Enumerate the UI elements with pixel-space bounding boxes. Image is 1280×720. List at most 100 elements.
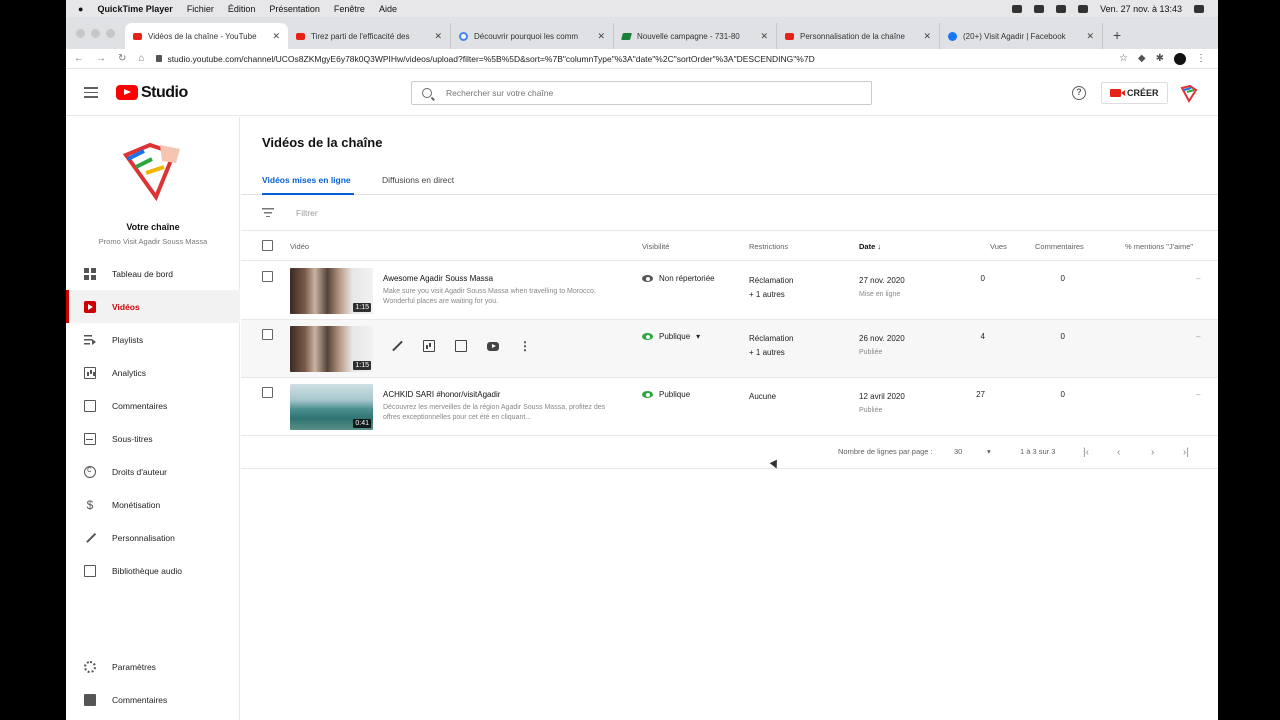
bookmark-star-icon[interactable]: ☆ [1119, 53, 1128, 64]
edit-pencil-icon[interactable] [391, 340, 403, 352]
restrictions-cell[interactable]: Réclamation + 1 autres [749, 332, 793, 360]
menu-icon[interactable] [84, 87, 98, 98]
rows-per-page-select[interactable]: 30 [954, 447, 962, 456]
sidebar-item-comments[interactable]: Commentaires [66, 389, 240, 422]
col-visibility[interactable]: Visibilité [642, 242, 669, 251]
browser-tab[interactable]: (20+) Visit Agadir | Facebook ✕ [940, 23, 1103, 49]
col-date[interactable]: Date ↓ [859, 242, 881, 251]
visibility-cell[interactable]: Non répertoriée [642, 274, 715, 283]
search-icon[interactable] [1194, 4, 1204, 13]
menu-view[interactable]: Présentation [269, 4, 320, 14]
menu-help[interactable]: Aide [379, 4, 397, 14]
tab-live[interactable]: Diffusions en direct [382, 175, 454, 185]
first-page-icon[interactable]: |‹ [1083, 447, 1089, 458]
sidebar-item-audio-library[interactable]: Bibliothèque audio [66, 554, 240, 587]
video-thumbnail[interactable]: 0:41 [290, 384, 373, 430]
table-row[interactable]: 0:41 ACHKID SARI #honor/visitAgadir Déco… [241, 378, 1218, 436]
video-title[interactable]: Awesome Agadir Souss Massa [383, 274, 493, 283]
extension-icon[interactable]: ◆ [1138, 53, 1146, 64]
sidebar-item-monetization[interactable]: $ Monétisation [66, 488, 240, 521]
browser-tab[interactable]: Nouvelle campagne - 731-80 ✕ [614, 23, 777, 49]
minimize-window-button[interactable] [91, 28, 100, 38]
sidebar-item-copyright[interactable]: Droits d'auteur [66, 455, 240, 488]
sidebar-item-settings[interactable]: Paramètres [66, 650, 240, 683]
apple-icon[interactable]: ● [78, 4, 83, 14]
select-all-checkbox[interactable] [262, 240, 273, 251]
row-checkbox[interactable] [262, 387, 273, 398]
sidebar-item-videos[interactable]: Vidéos [66, 290, 240, 323]
row-checkbox[interactable] [262, 329, 273, 340]
analytics-icon[interactable] [423, 340, 435, 352]
visibility-dropdown-icon[interactable]: ▾ [696, 332, 700, 341]
menu-file[interactable]: Fichier [187, 4, 214, 14]
close-icon[interactable]: ✕ [923, 31, 931, 42]
col-views[interactable]: Vues [990, 242, 1007, 251]
battery-icon[interactable] [1078, 4, 1089, 13]
zoom-window-button[interactable] [106, 28, 115, 38]
filter-bar[interactable]: Filtrer [241, 195, 1218, 231]
youtube-view-icon[interactable] [487, 342, 499, 351]
more-options-icon[interactable]: ⋮ [519, 340, 531, 352]
col-comments[interactable]: Commentaires [1035, 242, 1084, 251]
browser-tab[interactable]: Tirez parti de l'efficacité des ✕ [288, 23, 451, 49]
play-icon[interactable] [1034, 4, 1045, 13]
sidebar-item-customization[interactable]: Personnalisation [66, 521, 240, 554]
home-icon[interactable]: ⌂ [138, 53, 144, 64]
browser-tab[interactable]: Personnalisation de la chaîne ✕ [777, 23, 940, 49]
close-window-button[interactable] [76, 28, 85, 38]
previous-page-icon[interactable]: ‹ [1117, 447, 1120, 458]
sidebar-item-playlists[interactable]: Playlists [66, 323, 240, 356]
menu-edit[interactable]: Édition [228, 4, 256, 14]
sidebar-item-feedback[interactable]: Commentaires [66, 683, 240, 716]
close-icon[interactable]: ✕ [272, 31, 280, 42]
puzzle-icon[interactable]: ✱ [1156, 53, 1164, 64]
sidebar-item-analytics[interactable]: Analytics [66, 356, 240, 389]
table-row[interactable]: 1:15 ⋮ Publique ▾ Réclamation + 1 autres… [241, 320, 1218, 378]
new-tab-button[interactable]: + [1103, 27, 1121, 49]
channel-logo[interactable] [116, 137, 188, 207]
create-button[interactable]: CRÉER [1101, 82, 1168, 104]
comments-icon[interactable] [455, 340, 467, 352]
account-avatar[interactable] [1178, 82, 1200, 104]
back-icon[interactable]: ← [74, 53, 84, 64]
studio-logo[interactable]: Studio [116, 84, 188, 102]
url-field[interactable]: studio.youtube.com/channel/UCOs8ZKMgyE6y… [156, 54, 1107, 64]
profile-avatar-icon[interactable] [1174, 52, 1186, 65]
close-icon[interactable]: ✕ [760, 31, 768, 42]
browser-tab[interactable]: Découvrir pourquoi les comm ✕ [451, 23, 614, 49]
sidebar-item-subtitles[interactable]: Sous-titres [66, 422, 240, 455]
forward-icon[interactable]: → [96, 53, 106, 64]
cloud-icon[interactable] [1012, 4, 1023, 13]
restrictions-cell[interactable]: Réclamation + 1 autres [749, 274, 793, 302]
search-input[interactable] [446, 88, 826, 98]
last-page-icon[interactable]: ›| [1183, 447, 1189, 458]
restrictions-cell[interactable]: Aucune [749, 390, 776, 404]
tab-uploads[interactable]: Vidéos mises en ligne [262, 175, 351, 185]
wifi-icon[interactable] [1056, 4, 1067, 13]
help-icon[interactable]: ? [1072, 86, 1086, 100]
filter-input[interactable]: Filtrer [296, 208, 318, 218]
sidebar-item-dashboard[interactable]: Tableau de bord [66, 257, 240, 290]
video-title[interactable]: ACHKID SARI #honor/visitAgadir [383, 390, 500, 399]
app-name[interactable]: QuickTime Player [97, 4, 172, 14]
table-row[interactable]: 1:15 Awesome Agadir Souss Massa Make sur… [241, 262, 1218, 320]
menu-window[interactable]: Fenêtre [334, 4, 365, 14]
browser-menu-icon[interactable]: ⋮ [1196, 53, 1206, 64]
next-page-icon[interactable]: › [1151, 447, 1154, 458]
search-bar[interactable] [411, 81, 872, 105]
col-likes[interactable]: % mentions "J'aime" [1125, 242, 1193, 251]
chevron-down-icon[interactable]: ▾ [987, 447, 991, 456]
video-thumbnail[interactable]: 1:15 [290, 326, 373, 372]
video-thumbnail[interactable]: 1:15 [290, 268, 373, 314]
close-icon[interactable]: ✕ [434, 31, 442, 42]
row-checkbox[interactable] [262, 271, 273, 282]
visibility-cell[interactable]: Publique [642, 390, 690, 399]
close-icon[interactable]: ✕ [1086, 31, 1094, 42]
filter-icon[interactable] [262, 208, 274, 217]
browser-tab[interactable]: Vidéos de la chaîne - YouTube ✕ [125, 23, 288, 49]
clock[interactable]: Ven. 27 nov. à 13:43 [1100, 4, 1182, 14]
visibility-cell[interactable]: Publique ▾ [642, 332, 700, 341]
reload-icon[interactable]: ↻ [118, 53, 126, 64]
close-icon[interactable]: ✕ [597, 31, 605, 42]
col-restrictions[interactable]: Restrictions [749, 242, 788, 251]
